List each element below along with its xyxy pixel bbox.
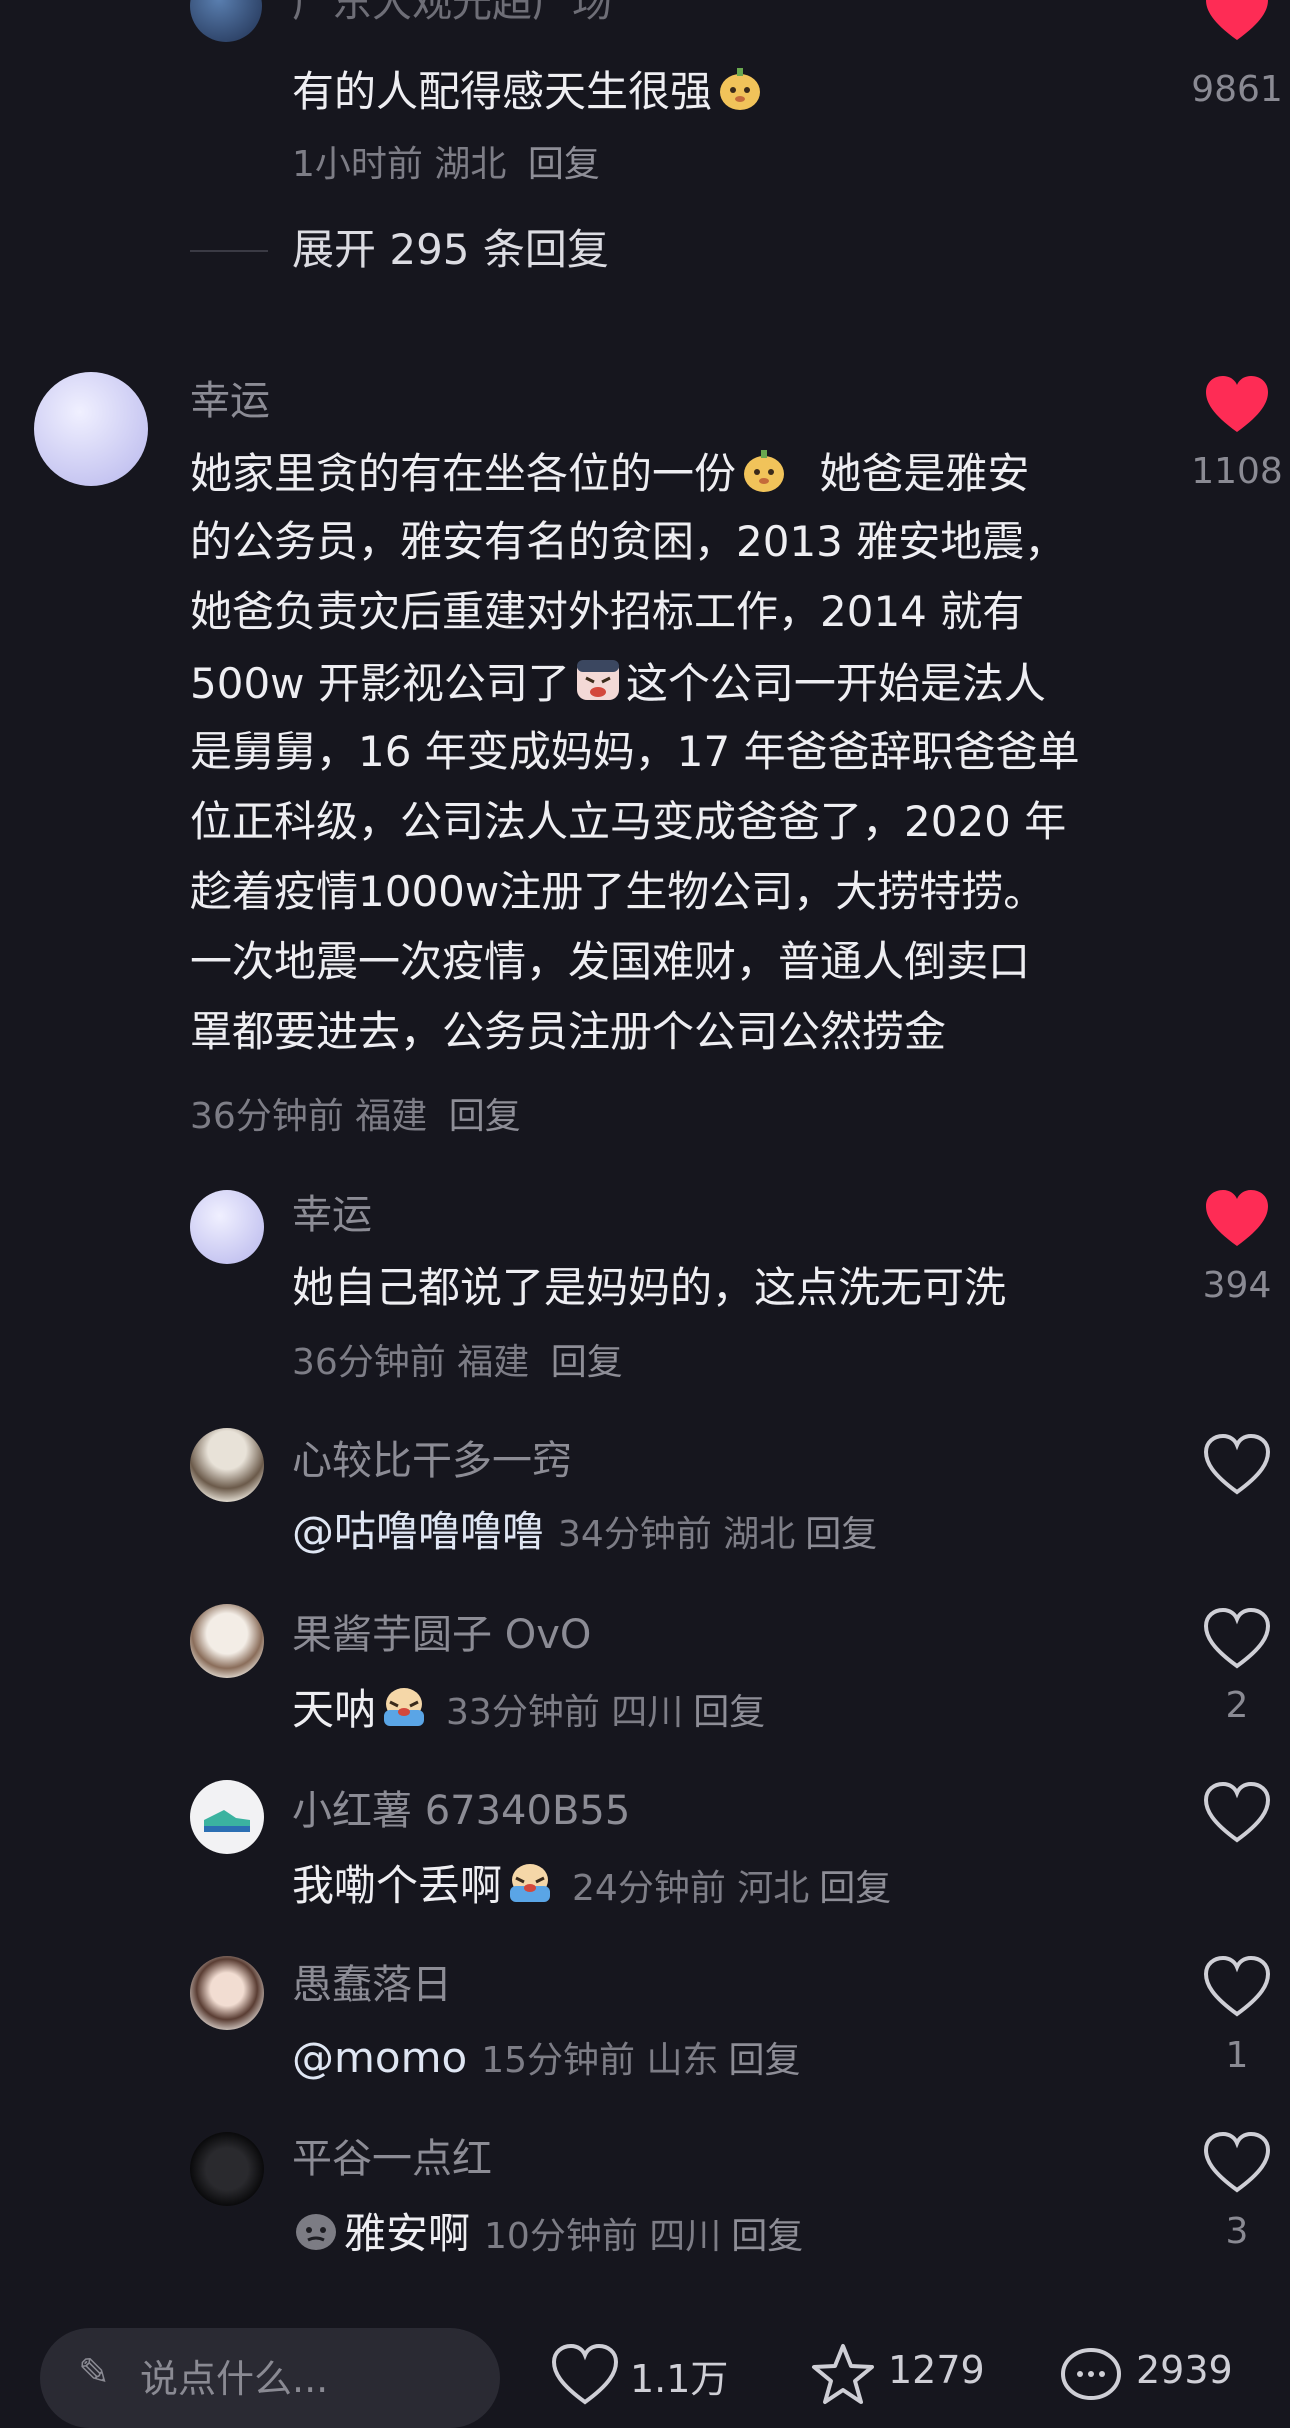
heart-outline-icon[interactable] [550, 2342, 620, 2412]
comment-bubble-icon[interactable] [1056, 2340, 1126, 2410]
comment-meta: 36分钟前 福建 回复 [292, 1342, 623, 1383]
heart-outline-icon[interactable] [1202, 1780, 1272, 1850]
comment-meta: 34分钟前 湖北 回复 [558, 1514, 878, 1555]
comment-username[interactable]: 幸运 [292, 1190, 372, 1240]
bottom-bar: ✎ 说点什么... 1.1万 1279 2939 [0, 2320, 1290, 2428]
like-count: 394 [1202, 1265, 1272, 1306]
comment-text-line: 位正科级，公司法人立马变成爸爸了，2020 年 [190, 797, 1067, 846]
crying-face-emoji [576, 660, 619, 700]
expand-replies-button[interactable]: 展开 295 条回复 [292, 224, 609, 276]
reply-button[interactable]: 回复 [729, 2040, 801, 2081]
avatar[interactable] [190, 2132, 264, 2206]
comment-username[interactable]: 广东大观光超广场 [292, 0, 612, 28]
reply-button[interactable]: 回复 [805, 1514, 877, 1555]
grey-face-emoji [296, 2214, 336, 2250]
reply-button[interactable]: 回复 [551, 1342, 623, 1383]
comment-text-line: 她爸负责灾后重建对外招标工作，2014 就有 [190, 587, 1025, 636]
reply-button[interactable]: 回复 [449, 1096, 521, 1137]
comment-text: 天呐 33分钟前 四川 回复 [292, 1682, 765, 1739]
comment-username[interactable]: 心较比干多一窍 [292, 1436, 572, 1486]
avatar[interactable] [190, 1428, 264, 1502]
comment-text: @momo 15分钟前 山东 回复 [292, 2032, 801, 2087]
comment-text-line: 是舅舅，16 年变成妈妈，17 年爸爸辞职爸爸单 [190, 727, 1080, 776]
comment-username[interactable]: 幸运 [190, 376, 270, 426]
like-total: 1.1万 [630, 2357, 729, 2401]
heart-outline-icon[interactable] [1202, 1432, 1272, 1502]
reply-button[interactable]: 回复 [731, 2216, 803, 2257]
comment-text-line: 趁着疫情1000w注册了生物公司，大捞特捞。 [190, 867, 1046, 916]
comment-meta: 24分钟前 河北 回复 [572, 1868, 892, 1909]
like-count: 3 [1225, 2211, 1249, 2252]
comment-username[interactable]: 果酱芋圆子 OvO [292, 1610, 591, 1660]
heart-icon[interactable] [1202, 0, 1272, 50]
avatar[interactable] [190, 1190, 264, 1264]
avatar[interactable] [190, 0, 262, 42]
comment-username[interactable]: 小红薯 67340B55 [292, 1786, 630, 1836]
heart-icon[interactable] [1202, 372, 1272, 442]
heart-outline-icon[interactable] [1202, 1954, 1272, 2024]
comment-text: 我嘞个丢啊 24分钟前 河北 回复 [292, 1858, 891, 1915]
comment-input[interactable]: ✎ 说点什么... [40, 2328, 500, 2428]
like-count: 9861 [1191, 69, 1283, 110]
comment-text: 她自己都说了是妈妈的，这点洗无可洗 [292, 1263, 1007, 1312]
comment-meta: 15分钟前 山东 回复 [481, 2040, 801, 2081]
comment-meta: 33分钟前 四川 回复 [446, 1692, 766, 1733]
star-icon[interactable] [808, 2340, 878, 2410]
comment-text: 有的人配得感天生很强 [292, 64, 768, 118]
mention-link[interactable]: @咕噜噜噜噜 [292, 1507, 544, 1556]
comment-username[interactable]: 平谷一点红 [292, 2134, 492, 2184]
comment-meta: 36分钟前 福建 回复 [190, 1096, 521, 1137]
reply-button[interactable]: 回复 [693, 1692, 765, 1733]
like-count: 1108 [1191, 451, 1283, 492]
comment-meta: 1小时前 湖北 回复 [292, 144, 600, 185]
comment-text-line: 的公务员，雅安有名的贫困，2013 雅安地震， [190, 517, 1067, 566]
comment-text-line: 一次地震一次疫情，发国难财，普通人倒卖口 [190, 937, 1031, 986]
avatar[interactable] [190, 1604, 264, 1678]
heart-icon[interactable] [1202, 1186, 1272, 1256]
like-count: 2 [1225, 1685, 1249, 1726]
comment-text-line: 罩都要进去，公务员注册个公司公然捞金 [190, 1007, 947, 1056]
heart-outline-icon[interactable] [1202, 2130, 1272, 2200]
avatar[interactable] [34, 372, 148, 486]
comment-text: 雅安啊 10分钟前 四川 回复 [292, 2206, 803, 2263]
comment-total: 2939 [1136, 2348, 1233, 2392]
input-placeholder: 说点什么... [140, 2357, 329, 2401]
pencil-icon: ✎ [78, 2350, 110, 2394]
pear-face-emoji [720, 68, 761, 110]
reply-button[interactable]: 回复 [528, 144, 600, 185]
heart-outline-icon[interactable] [1202, 1606, 1272, 1676]
favorite-total: 1279 [888, 2348, 985, 2392]
crying-emoji [384, 1688, 425, 1726]
reply-button[interactable]: 回复 [819, 1868, 891, 1909]
pear-face-emoji [744, 450, 785, 492]
comment-username[interactable]: 愚蠢落日 [292, 1960, 452, 2010]
comment-meta: 10分钟前 四川 回复 [484, 2216, 804, 2257]
like-count: 1 [1225, 2035, 1249, 2076]
mention-link[interactable]: @momo [292, 2033, 467, 2082]
comment-text: @咕噜噜噜噜 34分钟前 湖北 回复 [292, 1506, 877, 1561]
crying-emoji [510, 1864, 551, 1902]
avatar[interactable] [190, 1956, 264, 2030]
comment-text-line: 500w 开影视公司了 这个公司一开始是法人 [190, 656, 1046, 710]
avatar[interactable] [190, 1780, 264, 1854]
divider-line [190, 250, 268, 252]
sneaker-icon [204, 1810, 250, 1832]
comment-text-line: 她家里贪的有在坐各位的一份 她爸是雅安 [190, 446, 1029, 500]
